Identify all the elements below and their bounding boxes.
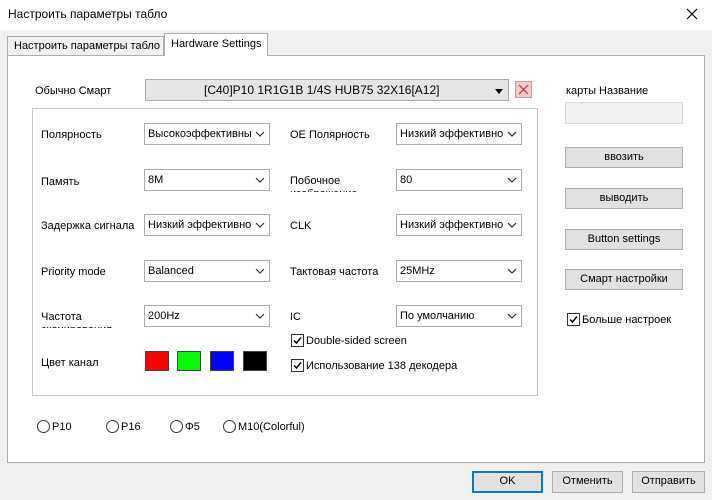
decoder-138-checkbox[interactable] [291,359,304,372]
chevron-down-icon [507,177,517,183]
scan-freq-value: 200Hz [148,310,180,322]
priority-mode-select[interactable]: Balanced [144,260,270,282]
scan-freq-label: Частота сканирования [41,311,112,328]
ok-button[interactable]: OK [472,471,543,493]
clock-freq-select[interactable]: 25MHz [396,260,522,282]
memory-value: 8M [148,174,164,186]
chevron-down-icon [507,222,517,228]
tab-settings-panel[interactable]: Настроить параметры табло [7,36,164,55]
color-swatch-red[interactable] [145,351,169,371]
clock-freq-value: 25MHz [400,265,435,277]
chevron-down-icon [507,268,517,274]
dropdown-arrow-icon [495,89,503,94]
chevron-down-icon [255,131,265,137]
chevron-down-icon [255,313,265,319]
double-sided-label: Double-sided screen [306,335,407,347]
smart-select[interactable]: [C40]P10 1R1G1B 1/4S HUB75 32X16[A12] [145,79,509,101]
card-name-label: карты Название [566,85,649,97]
decoder-138-label: Использование 138 декодера [306,360,458,372]
checkmark-icon [293,362,302,370]
radio-phi5[interactable] [170,420,183,433]
priority-mode-value: Balanced [148,265,194,277]
signal-delay-label: Задержка сигнала [41,220,135,232]
side-image-select[interactable]: 80 [396,169,522,191]
radio-p16[interactable] [106,420,119,433]
color-swatch-blue[interactable] [210,351,234,371]
chevron-down-icon [507,131,517,137]
chevron-down-icon [507,313,517,319]
more-settings-label: Больше настроек [582,314,672,326]
radio-m10-label: M10(Colorful) [238,421,305,433]
priority-mode-label: Priority mode [41,266,106,278]
memory-label: Память [41,176,80,188]
cancel-button[interactable]: Отменить [552,471,623,493]
clock-freq-label: Тактовая частота [290,266,379,278]
side-image-value: 80 [400,174,413,186]
memory-select[interactable]: 8M [144,169,270,191]
settings-group [32,108,538,396]
scan-freq-select[interactable]: 200Hz [144,305,270,327]
signal-delay-select[interactable]: Низкий эффективно [144,214,270,236]
clk-value: Низкий эффективно [400,219,504,231]
radio-p10-label: P10 [52,421,72,433]
color-swatch-black[interactable] [243,351,267,371]
radio-m10[interactable] [223,420,236,433]
double-sided-checkbox[interactable] [291,334,304,347]
signal-delay-value: Низкий эффективно [148,219,252,231]
output-button[interactable]: выводить [565,188,683,209]
ic-select[interactable]: По умолчанию [396,305,522,327]
window-title: Настроить параметры табло [8,7,168,21]
chevron-down-icon [255,268,265,274]
color-swatch-green[interactable] [177,351,201,371]
checkmark-icon [293,337,302,345]
chevron-down-icon [255,177,265,183]
oe-polarity-select[interactable]: Низкий эффективно [396,123,522,145]
oe-polarity-value: Низкий эффективно [400,128,504,140]
clk-label: CLK [290,220,312,232]
close-icon[interactable] [672,0,712,28]
smart-select-value: [C40]P10 1R1G1B 1/4S HUB75 32X16[A12] [204,83,440,97]
button-settings-button[interactable]: Button settings [565,229,683,250]
polarity-value: Высокоэффективны [148,128,252,140]
radio-p16-label: P16 [121,421,141,433]
radio-phi5-label: Φ5 [185,421,200,433]
tab-hardware-settings[interactable]: Hardware Settings [164,33,268,56]
oe-polarity-label: OE Полярность [290,129,370,141]
polarity-select[interactable]: Высокоэффективны [144,123,270,145]
ic-label: IC [290,311,301,323]
color-channel-label: Цвет канал [41,357,99,369]
clk-select[interactable]: Низкий эффективно [396,214,522,236]
input-button[interactable]: ввозить [565,147,683,168]
chevron-down-icon [255,222,265,228]
polarity-label: Полярность [41,129,102,141]
radio-p10[interactable] [37,420,50,433]
card-name-field[interactable] [565,102,683,124]
smart-label: Обычно Смарт [35,85,112,97]
delete-icon[interactable] [515,81,532,98]
ic-value: По умолчанию [400,310,475,322]
checkmark-icon [569,316,578,324]
side-image-label: Побочное изображение [290,175,358,192]
send-button[interactable]: Отправить [632,471,705,493]
more-settings-checkbox[interactable] [567,313,580,326]
smart-settings-button[interactable]: Смарт настройки [565,269,683,290]
